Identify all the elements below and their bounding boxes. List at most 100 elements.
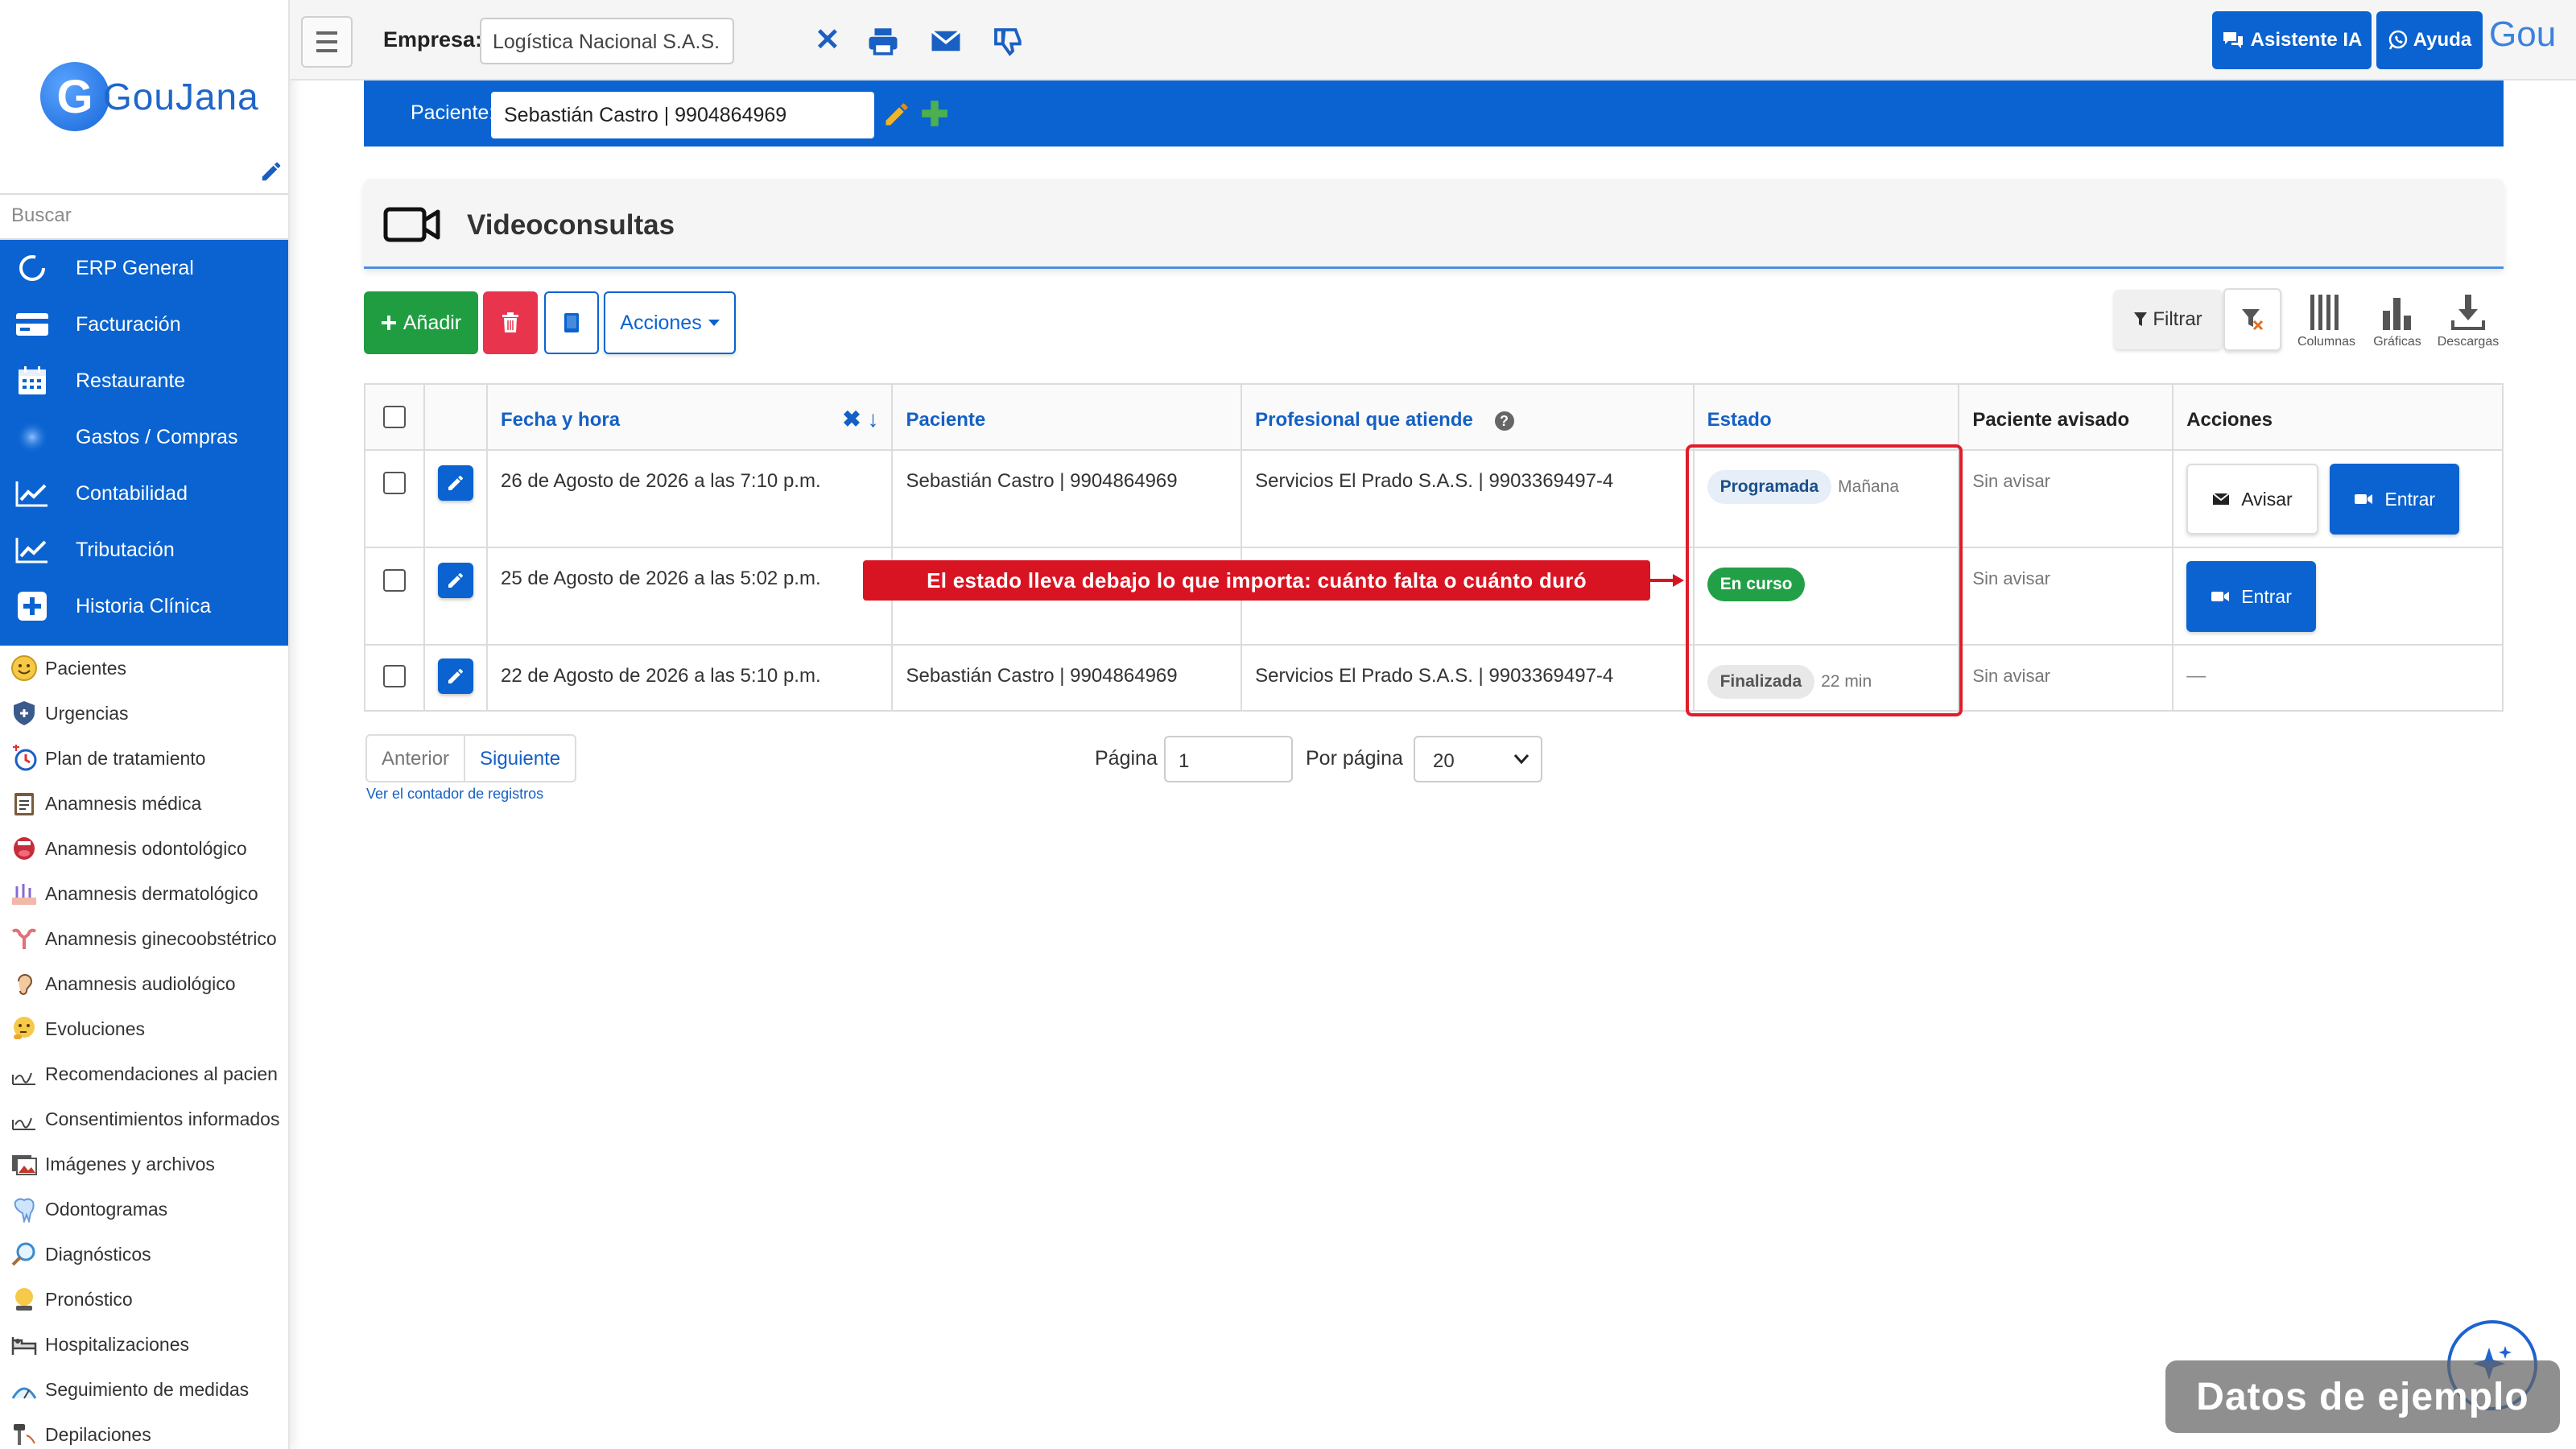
enter-call-button[interactable]: Entrar bbox=[2330, 464, 2460, 535]
delete-button[interactable] bbox=[483, 291, 538, 354]
sidebar-search-input[interactable]: Buscar bbox=[0, 193, 288, 240]
submenu-label: Plan de tratamiento bbox=[45, 747, 206, 769]
menu-item-facturacion[interactable]: Facturación bbox=[0, 296, 288, 353]
columns-button[interactable]: Columnas bbox=[2291, 293, 2362, 349]
submenu-item-plan-tratamiento[interactable]: Plan de tratamiento bbox=[0, 736, 288, 781]
edit-column-header bbox=[423, 383, 488, 451]
header-estado[interactable]: Estado bbox=[1692, 383, 1960, 451]
per-page-select[interactable]: 20 bbox=[1414, 736, 1542, 782]
record-counter-link[interactable]: Ver el contador de registros bbox=[366, 786, 543, 803]
submenu-item-imagenes[interactable]: Imágenes y archivos bbox=[0, 1141, 288, 1187]
submenu-item-urgencias[interactable]: Urgencias bbox=[0, 691, 288, 736]
menu-item-contabilidad[interactable]: Contabilidad bbox=[0, 465, 288, 522]
cell-acciones: Avisar Entrar bbox=[2172, 449, 2504, 548]
row-checkbox[interactable] bbox=[382, 569, 406, 592]
menu-toggle-button[interactable] bbox=[301, 16, 353, 68]
edit-row-button[interactable] bbox=[437, 465, 473, 501]
previous-page-button[interactable]: Anterior bbox=[367, 736, 466, 781]
menu-item-erp-general[interactable]: ERP General bbox=[0, 240, 288, 296]
menu-item-label: Historia Clínica bbox=[76, 594, 212, 617]
clear-empresa-icon[interactable]: ✕ bbox=[815, 24, 840, 56]
pencil-icon[interactable] bbox=[259, 159, 283, 184]
cell-paciente: Sebastián Castro | 9904864969 bbox=[891, 644, 1243, 712]
cell-profesional: Servicios El Prado S.A.S. | 9903369497-4 bbox=[1241, 644, 1695, 712]
thinking-face-icon bbox=[8, 1013, 40, 1045]
smile-face-icon bbox=[8, 652, 40, 684]
submenu-item-anamnesis-medica[interactable]: Anamnesis médica bbox=[0, 781, 288, 826]
print-icon[interactable] bbox=[866, 24, 900, 58]
row-checkbox[interactable] bbox=[382, 665, 406, 687]
downloads-label: Descargas bbox=[2437, 335, 2500, 349]
menu-item-restaurante[interactable]: Restaurante bbox=[0, 353, 288, 409]
pencil-icon bbox=[448, 572, 463, 588]
plus-icon[interactable] bbox=[919, 98, 950, 129]
thumbs-down-icon[interactable] bbox=[990, 24, 1024, 58]
header-paciente[interactable]: Paciente bbox=[891, 383, 1243, 451]
cell-fecha: 26 de Agosto de 2026 a las 7:10 p.m. bbox=[485, 449, 894, 548]
submenu-item-odontogramas[interactable]: Odontogramas bbox=[0, 1187, 288, 1232]
header-label: Fecha y hora bbox=[500, 409, 621, 431]
header-fecha[interactable]: Fecha y hora ✖ ↓ bbox=[485, 383, 894, 451]
arrow-down-icon[interactable]: ↓ bbox=[867, 407, 878, 431]
submenu-item-consentimientos[interactable]: Consentimientos informados bbox=[0, 1096, 288, 1141]
submenu-item-seguimiento-medidas[interactable]: Seguimiento de medidas bbox=[0, 1367, 288, 1412]
clear-filter-button[interactable] bbox=[2223, 288, 2281, 351]
submenu-label: Evoluciones bbox=[45, 1018, 146, 1039]
submenu-item-anamnesis-odontologico[interactable]: Anamnesis odontológico bbox=[0, 826, 288, 871]
add-button[interactable]: Añadir bbox=[364, 291, 478, 354]
book-button[interactable] bbox=[544, 291, 599, 354]
enter-call-button[interactable]: Entrar bbox=[2186, 561, 2316, 632]
header-avisado: Paciente avisado bbox=[1958, 383, 2174, 451]
header-label: Paciente avisado bbox=[1972, 409, 2130, 431]
chat-bubbles-icon bbox=[2223, 32, 2243, 48]
app-logo[interactable]: G GouJana bbox=[40, 56, 259, 137]
next-page-button[interactable]: Siguiente bbox=[465, 736, 575, 781]
submenu-item-anamnesis-ginecoobstetrico[interactable]: Anamnesis ginecoobstétrico bbox=[0, 916, 288, 961]
row-checkbox[interactable] bbox=[382, 472, 406, 494]
submenu-item-recomendaciones[interactable]: Recomendaciones al pacien bbox=[0, 1051, 288, 1096]
row-edit-cell bbox=[423, 449, 488, 548]
edit-row-button[interactable] bbox=[437, 658, 473, 694]
submenu-item-depilaciones[interactable]: Depilaciones bbox=[0, 1412, 288, 1449]
menu-item-historia-clinica[interactable]: Historia Clínica bbox=[0, 578, 288, 634]
pencil-icon[interactable] bbox=[882, 100, 911, 129]
submenu-label: Pacientes bbox=[45, 657, 127, 679]
select-all-checkbox[interactable] bbox=[382, 406, 406, 428]
notified-status: Sin avisar bbox=[1972, 666, 2050, 686]
notify-button[interactable]: Avisar bbox=[2186, 464, 2318, 535]
downloads-button[interactable]: Descargas bbox=[2433, 293, 2504, 349]
help-button[interactable]: Ayuda bbox=[2376, 11, 2483, 69]
submenu-item-evoluciones[interactable]: Evoluciones bbox=[0, 1006, 288, 1051]
page-number-input[interactable]: 1 bbox=[1164, 736, 1293, 782]
menu-item-tributacion[interactable]: Tributación bbox=[0, 522, 288, 578]
submenu-item-hospitalizaciones[interactable]: Hospitalizaciones bbox=[0, 1322, 288, 1367]
submenu-label: Diagnósticos bbox=[45, 1243, 151, 1265]
submenu-item-pronostico[interactable]: Pronóstico bbox=[0, 1277, 288, 1322]
header-label: Estado bbox=[1707, 409, 1772, 431]
ai-assistant-button[interactable]: Asistente IA bbox=[2212, 11, 2372, 69]
actions-dropdown[interactable]: Acciones bbox=[604, 291, 736, 354]
main-menu: ERP General Facturación Restaurante Gast… bbox=[0, 240, 288, 646]
header-profesional[interactable]: Profesional que atiende ? bbox=[1241, 383, 1695, 451]
cell-profesional: Servicios El Prado S.A.S. | 9903369497-4 bbox=[1241, 449, 1695, 548]
clear-sort-icon[interactable]: ✖ bbox=[842, 407, 861, 431]
mail-icon[interactable] bbox=[929, 24, 963, 58]
enter-label: Entrar bbox=[2384, 488, 2436, 510]
cell-avisado: Sin avisar bbox=[1958, 449, 2174, 548]
submenu-item-anamnesis-audiologico[interactable]: Anamnesis audiológico bbox=[0, 961, 288, 1006]
filter-button[interactable]: Filtrar bbox=[2114, 290, 2222, 349]
submenu-label: Pronóstico bbox=[45, 1288, 133, 1310]
empresa-select[interactable]: Logística Nacional S.A.S. bbox=[480, 18, 734, 64]
submenu-item-anamnesis-dermatologico[interactable]: Anamnesis dermatológico bbox=[0, 871, 288, 916]
submenu-item-diagnosticos[interactable]: Diagnósticos bbox=[0, 1232, 288, 1277]
menu-item-label: Gastos / Compras bbox=[76, 425, 238, 448]
chart-line-icon bbox=[14, 532, 50, 568]
edit-row-button[interactable] bbox=[437, 563, 473, 598]
submenu-item-pacientes[interactable]: Pacientes bbox=[0, 646, 288, 691]
charts-button[interactable]: Gráficas bbox=[2362, 293, 2433, 349]
submenu-label: Recomendaciones al pacien bbox=[45, 1063, 278, 1084]
patient-select[interactable]: Sebastián Castro | 9904864969 bbox=[491, 92, 874, 138]
menu-item-gastos-compras[interactable]: Gastos / Compras bbox=[0, 409, 288, 465]
help-circle-icon[interactable]: ? bbox=[1494, 411, 1514, 431]
book-icon bbox=[564, 313, 579, 332]
